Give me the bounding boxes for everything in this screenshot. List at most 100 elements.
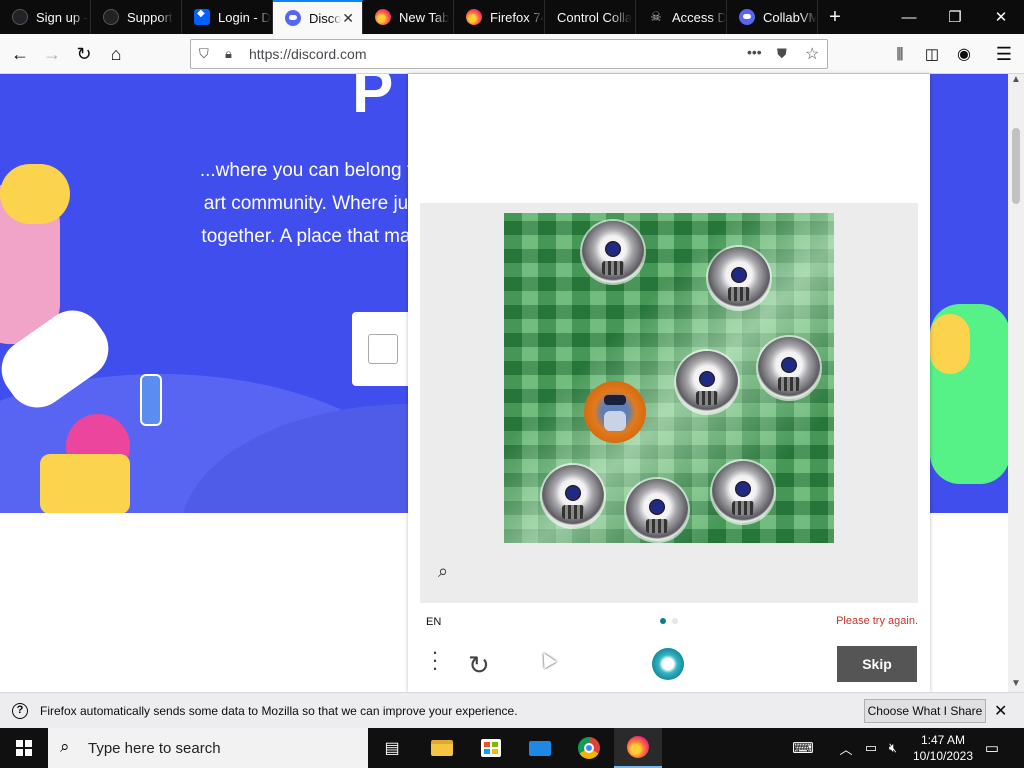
robot-head-image[interactable]	[542, 465, 604, 527]
progress-dots	[660, 618, 678, 624]
more-options-icon[interactable]: · · ·	[430, 641, 440, 679]
refresh-challenge-icon[interactable]: ↻	[468, 650, 490, 681]
clock-date: 10/10/2023	[912, 749, 974, 763]
progress-dot	[672, 618, 678, 624]
close-window-button[interactable]: ✕	[978, 0, 1024, 34]
tab-firefox-74[interactable]: Firefox 74	[454, 0, 545, 34]
tab-dropbox-login[interactable]: Login - D	[182, 0, 273, 34]
choose-what-i-share-button[interactable]: Choose What I Share	[864, 699, 986, 723]
error-message: Please try again.	[836, 615, 918, 627]
character-illustration	[40, 454, 130, 513]
checkbox-edge	[368, 334, 398, 364]
robot-head-image[interactable]	[712, 461, 774, 523]
tab-sign-up[interactable]: Sign up -	[0, 0, 91, 34]
dark-favicon-icon	[12, 9, 28, 25]
tab-label: CollabVM	[763, 9, 817, 25]
robot-head-image[interactable]	[582, 221, 644, 283]
notification-message: Firefox automatically sends some data to…	[40, 704, 518, 718]
chrome-icon[interactable]	[565, 728, 613, 768]
tab-collabvm[interactable]: CollabVM	[727, 0, 818, 34]
tab-label: Support	[127, 9, 173, 25]
firefox-taskbar-icon[interactable]	[614, 728, 662, 768]
hero-tagline: ...where you can belong t art community.…	[196, 154, 416, 253]
help-icon: ?	[12, 703, 28, 719]
tab-label: New Tab	[399, 9, 450, 25]
taskbar-search-box[interactable]: ⌕ Type here to search	[48, 728, 368, 768]
firefox-icon	[375, 9, 391, 25]
tab-label: Access D	[672, 9, 726, 25]
keyboard-icon[interactable]: ⌨	[788, 728, 818, 768]
challenge-image[interactable]	[504, 213, 834, 543]
tab-label: Disco	[309, 10, 341, 26]
url-text[interactable]: https://discord.com	[249, 46, 367, 62]
volume-muted-icon[interactable]: 🔇︎	[882, 728, 904, 768]
notification-bar: ? Firefox automatically sends some data …	[0, 692, 1024, 728]
home-icon[interactable]: ⌂	[102, 40, 130, 68]
search-placeholder: Type here to search	[88, 740, 221, 757]
pocket-icon[interactable]: ⛊	[777, 46, 787, 62]
tab-access[interactable]: ☠ Access D	[636, 0, 727, 34]
character-illustration	[930, 314, 970, 374]
hcaptcha-challenge: ⌕ EN Please try again. · · · ↻ Skip	[408, 74, 930, 692]
hero-line: ...where you can belong t	[199, 160, 413, 181]
skip-button[interactable]: Skip	[837, 646, 917, 682]
hero-heading: P	[352, 74, 394, 126]
system-clock[interactable]: 1:47 AM 10/10/2023	[904, 732, 982, 764]
tab-label: Login - D	[218, 9, 271, 25]
notifications-icon[interactable]: ▭	[980, 728, 1004, 768]
back-arrow-icon[interactable]: ←	[6, 40, 34, 68]
library-icon[interactable]: ⫼	[886, 40, 914, 68]
tab-strip: Sign up - Support Login - D Disco ✕ New …	[0, 0, 1024, 34]
scroll-down-icon[interactable]: ▼	[1011, 678, 1021, 689]
scroll-up-icon[interactable]: ▲	[1011, 74, 1021, 85]
robot-head-image[interactable]	[676, 351, 738, 413]
robot-head-image[interactable]	[626, 479, 688, 541]
hamburger-menu-icon[interactable]: ☰	[990, 40, 1018, 68]
dropbox-icon	[194, 8, 210, 25]
scrollbar-thumb[interactable]	[1012, 128, 1020, 204]
robot-head-image[interactable]	[758, 337, 820, 399]
sidebar-icon[interactable]: ◫	[918, 40, 946, 68]
tab-control-collab[interactable]: Control Colla	[545, 0, 636, 34]
file-explorer-icon[interactable]	[418, 728, 466, 768]
shield-icon[interactable]: ⛉	[199, 46, 209, 62]
page-scrollbar[interactable]: ▲ ▼	[1008, 74, 1024, 692]
language-selector[interactable]: EN	[426, 616, 441, 628]
search-icon[interactable]: ⌕	[438, 561, 448, 582]
account-icon[interactable]: ◉	[950, 40, 978, 68]
hero-line: art community. Where ju	[203, 193, 409, 214]
lock-icon[interactable]: 🔒︎	[225, 46, 232, 62]
new-tab-button[interactable]: +	[818, 0, 852, 34]
close-notification-icon[interactable]: ✕	[994, 701, 1007, 721]
tab-support[interactable]: Support	[91, 0, 182, 34]
firefox-icon	[466, 9, 482, 25]
minimize-button[interactable]: —	[886, 0, 932, 34]
tab-discord[interactable]: Disco ✕	[273, 0, 363, 34]
task-view-icon[interactable]: ▤	[368, 728, 416, 768]
tab-label: Sign up -	[36, 9, 89, 25]
lantern-illustration	[140, 374, 162, 426]
bookmark-star-icon[interactable]: ☆	[805, 44, 819, 64]
dark-favicon-icon	[103, 9, 119, 25]
page-actions-icon[interactable]: •••	[747, 44, 762, 60]
close-tab-icon[interactable]: ✕	[342, 10, 354, 27]
store-icon[interactable]	[467, 728, 515, 768]
robot-head-image[interactable]	[708, 247, 770, 309]
tab-label: Firefox 74	[490, 9, 544, 25]
forward-arrow-icon[interactable]: →	[38, 40, 66, 68]
hcaptcha-logo-icon	[652, 648, 684, 680]
show-hidden-icons-icon[interactable]: ︿	[836, 728, 856, 768]
robot-head-odd-image[interactable]	[584, 381, 646, 443]
clock-time: 1:47 AM	[920, 733, 966, 747]
url-bar[interactable]: ⛉ 🔒︎ https://discord.com ••• ⛊ ☆	[190, 39, 828, 69]
navigation-toolbar: ← → ↻ ⌂ ⛉ 🔒︎ https://discord.com ••• ⛊ ☆…	[0, 34, 1024, 74]
ghost-icon: ☠	[650, 9, 662, 24]
reload-icon[interactable]: ↻	[70, 40, 98, 68]
start-button[interactable]	[0, 728, 48, 768]
tab-new-tab[interactable]: New Tab	[363, 0, 454, 34]
mail-icon[interactable]	[516, 728, 564, 768]
windows-logo-icon	[16, 740, 32, 756]
restore-button[interactable]: ❐	[932, 0, 978, 34]
network-icon[interactable]: ▭	[860, 728, 882, 768]
progress-dot-active	[660, 618, 666, 624]
